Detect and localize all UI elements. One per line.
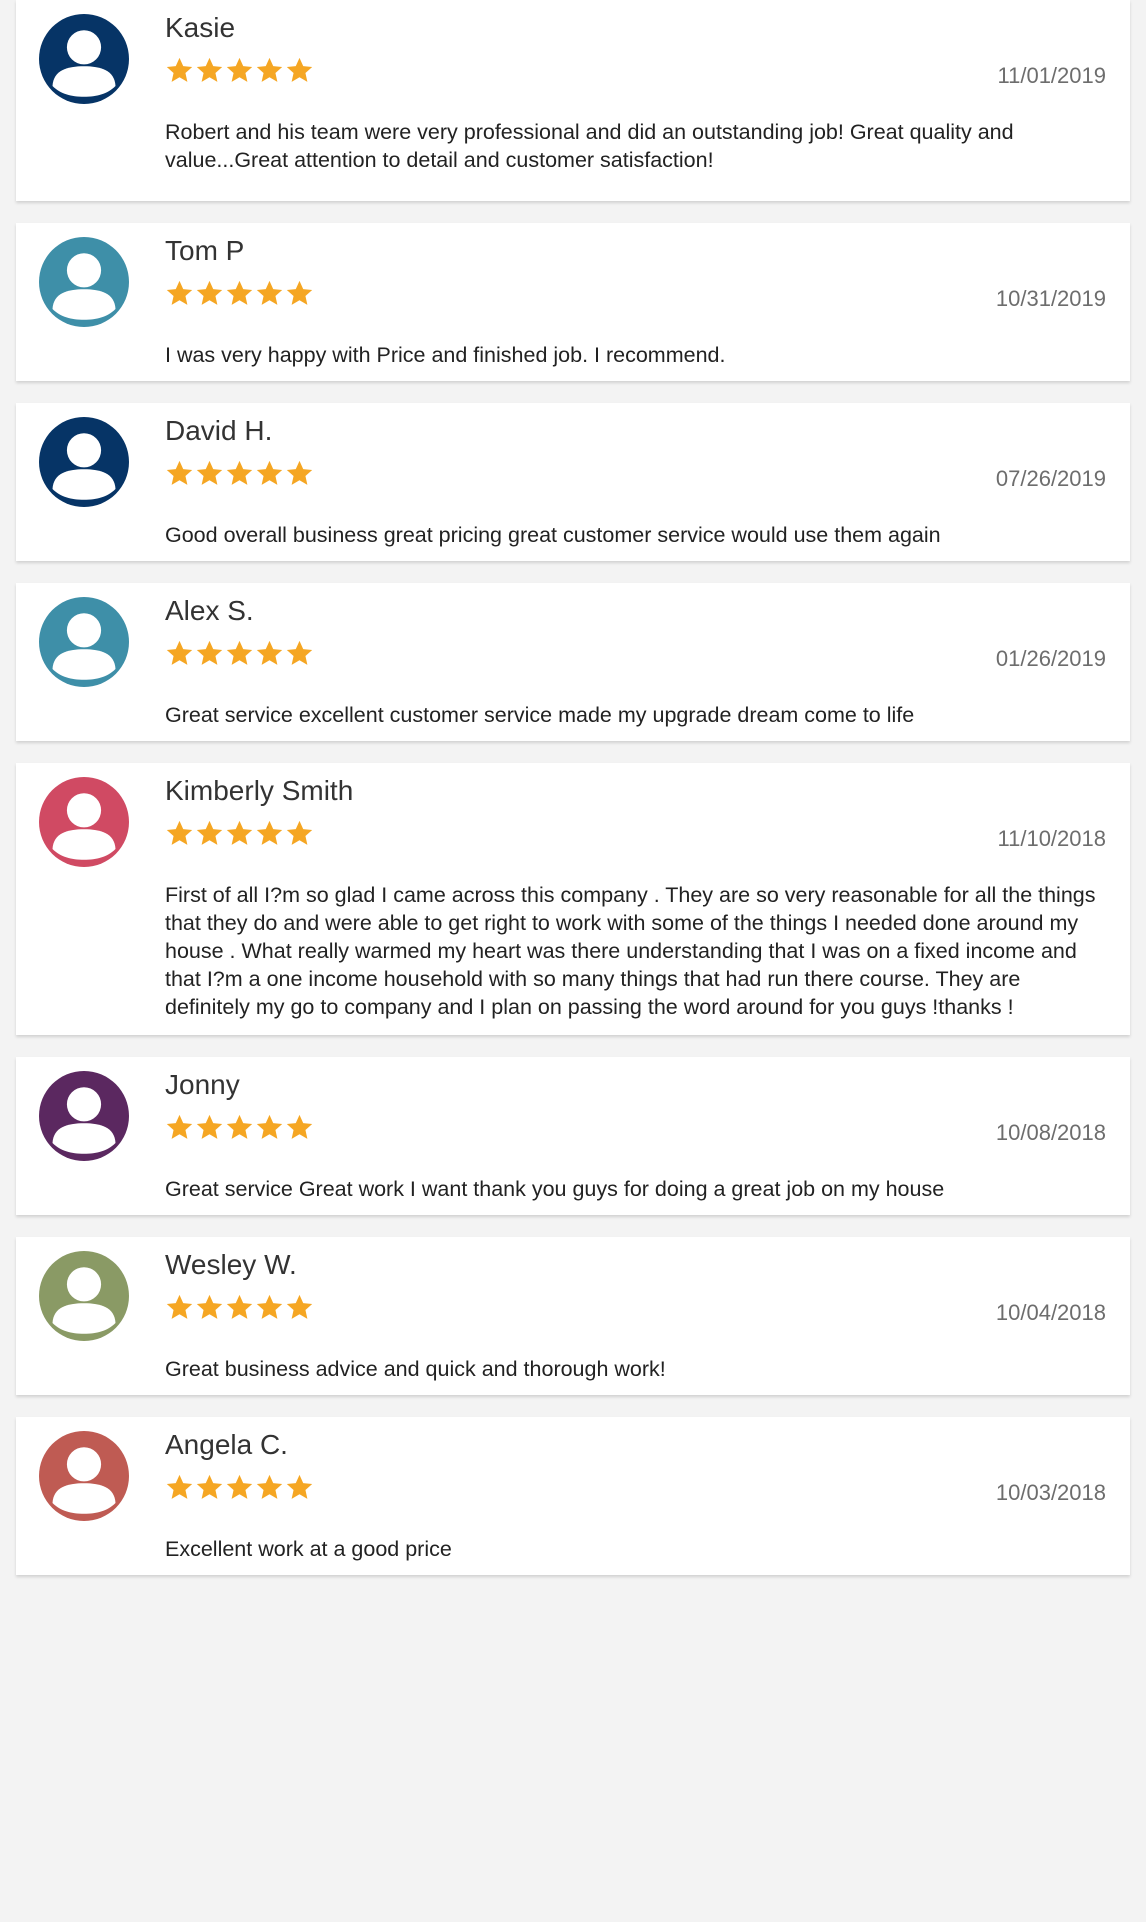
star-icon bbox=[286, 460, 313, 485]
review-date: 07/26/2019 bbox=[995, 466, 1106, 491]
star-icon bbox=[196, 820, 223, 845]
star-icon bbox=[196, 57, 223, 82]
star-icon bbox=[256, 820, 283, 845]
review-card: Alex S. 01/26/2019 Great service excelle… bbox=[16, 583, 1130, 741]
avatar bbox=[39, 1251, 129, 1341]
star-rating bbox=[165, 56, 314, 86]
star-icon bbox=[196, 1114, 223, 1139]
review-card: Kasie 11/01/2019 Robert and his team wer… bbox=[16, 0, 1130, 201]
star-icon bbox=[286, 640, 313, 665]
star-icon bbox=[196, 1294, 223, 1319]
person-icon bbox=[39, 14, 129, 104]
review-text: Great service excellent customer service… bbox=[165, 703, 915, 727]
star-icon bbox=[286, 57, 313, 82]
star-icon bbox=[256, 57, 283, 82]
reviewer-name: Tom P bbox=[165, 235, 245, 266]
review-date: 01/26/2019 bbox=[995, 646, 1106, 671]
review-card: Kimberly Smith 11/10/2018 First of all I… bbox=[16, 763, 1130, 1035]
avatar bbox=[39, 597, 129, 687]
review-text: Good overall business great pricing grea… bbox=[165, 523, 941, 547]
person-icon bbox=[39, 417, 129, 507]
star-icon bbox=[256, 640, 283, 665]
star-icon bbox=[286, 1294, 313, 1319]
star-icon bbox=[256, 1474, 283, 1499]
star-rating bbox=[165, 639, 314, 669]
star-icon bbox=[196, 640, 223, 665]
review-text: I was very happy with Price and finished… bbox=[165, 343, 726, 367]
star-icon bbox=[226, 1114, 253, 1139]
reviewer-name: Alex S. bbox=[165, 595, 254, 626]
star-icon bbox=[166, 57, 193, 82]
star-icon bbox=[226, 280, 253, 305]
person-icon bbox=[39, 777, 129, 867]
review-card: Wesley W. 10/04/2018 Great business advi… bbox=[16, 1237, 1130, 1395]
reviewer-name: Jonny bbox=[165, 1069, 240, 1100]
star-rating bbox=[165, 1113, 314, 1143]
review-text: First of all I?m so glad I came across t… bbox=[165, 883, 1096, 1019]
star-icon bbox=[286, 280, 313, 305]
star-icon bbox=[166, 820, 193, 845]
person-icon bbox=[39, 237, 129, 327]
reviews-list: Kasie 11/01/2019 Robert and his team wer… bbox=[16, 0, 1130, 1597]
star-icon bbox=[196, 280, 223, 305]
avatar bbox=[39, 777, 129, 867]
reviewer-name: David H. bbox=[165, 415, 273, 446]
star-icon bbox=[166, 1114, 193, 1139]
star-icon bbox=[226, 57, 253, 82]
star-icon bbox=[226, 1474, 253, 1499]
person-icon bbox=[39, 1071, 129, 1161]
star-icon bbox=[226, 460, 253, 485]
avatar bbox=[39, 1071, 129, 1161]
review-date: 10/08/2018 bbox=[995, 1120, 1106, 1145]
person-icon bbox=[39, 597, 129, 687]
star-rating bbox=[165, 279, 314, 309]
star-icon bbox=[286, 1474, 313, 1499]
reviewer-name: Kimberly Smith bbox=[165, 775, 354, 806]
review-date: 10/31/2019 bbox=[995, 286, 1106, 311]
star-icon bbox=[166, 1294, 193, 1319]
review-card: Tom P 10/31/2019 I was very happy with P… bbox=[16, 223, 1130, 381]
star-icon bbox=[166, 640, 193, 665]
review-card: David H. 07/26/2019 Good overall busines… bbox=[16, 403, 1130, 561]
person-icon bbox=[39, 1431, 129, 1521]
review-date: 10/04/2018 bbox=[995, 1300, 1106, 1325]
star-rating bbox=[165, 1293, 314, 1323]
avatar bbox=[39, 237, 129, 327]
star-icon bbox=[226, 1294, 253, 1319]
reviewer-name: Wesley W. bbox=[165, 1249, 297, 1280]
reviewer-name: Angela C. bbox=[165, 1429, 288, 1460]
star-icon bbox=[196, 460, 223, 485]
review-date: 11/01/2019 bbox=[997, 63, 1106, 88]
star-icon bbox=[226, 820, 253, 845]
star-icon bbox=[286, 820, 313, 845]
review-card: Angela C. 10/03/2018 Excellent work at a… bbox=[16, 1417, 1130, 1575]
review-text: Great service Great work I want thank yo… bbox=[165, 1177, 945, 1201]
star-icon bbox=[256, 280, 283, 305]
avatar bbox=[39, 1431, 129, 1521]
star-icon bbox=[166, 460, 193, 485]
star-icon bbox=[166, 280, 193, 305]
star-icon bbox=[256, 1114, 283, 1139]
star-rating bbox=[165, 459, 314, 489]
person-icon bbox=[39, 1251, 129, 1341]
star-rating bbox=[165, 1473, 314, 1503]
avatar bbox=[39, 417, 129, 507]
star-icon bbox=[196, 1474, 223, 1499]
star-icon bbox=[286, 1114, 313, 1139]
review-date: 10/03/2018 bbox=[995, 1480, 1106, 1505]
review-text: Great business advice and quick and thor… bbox=[165, 1357, 666, 1381]
star-icon bbox=[226, 640, 253, 665]
star-icon bbox=[256, 460, 283, 485]
review-text: Robert and his team were very profession… bbox=[165, 120, 1014, 172]
reviewer-name: Kasie bbox=[165, 12, 236, 43]
review-text: Excellent work at a good price bbox=[165, 1537, 452, 1561]
review-date: 11/10/2018 bbox=[997, 826, 1106, 851]
star-rating bbox=[165, 819, 314, 849]
star-icon bbox=[166, 1474, 193, 1499]
review-card: Jonny 10/08/2018 Great service Great wor… bbox=[16, 1057, 1130, 1215]
avatar bbox=[39, 14, 129, 104]
star-icon bbox=[256, 1294, 283, 1319]
